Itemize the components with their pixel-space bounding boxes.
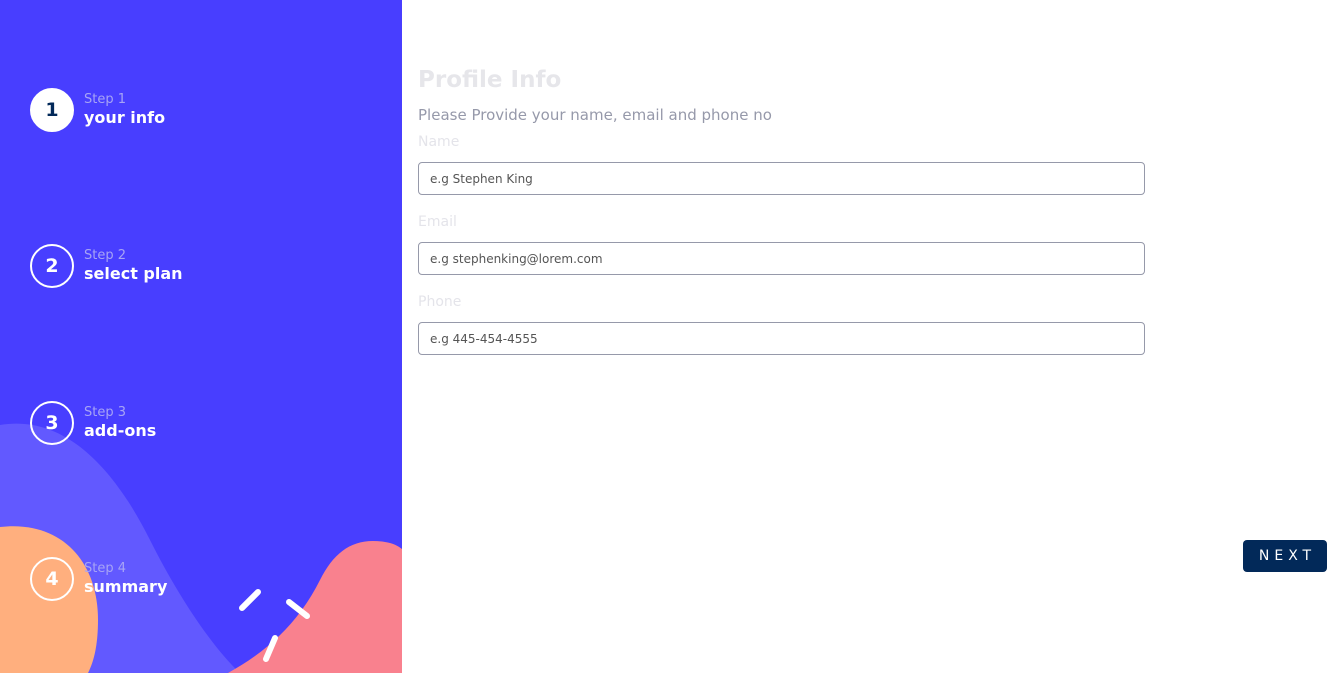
step-index-label: Step 1 (84, 92, 127, 107)
step-number-circle: 4 (30, 557, 74, 601)
step-number-circle: 1 (30, 88, 74, 132)
step-2[interactable]: 2 Step 2 select plan (30, 244, 183, 288)
sidebar: 1 Step 1 your info 2 Step 2 select plan … (0, 0, 402, 673)
step-number-circle: 3 (30, 401, 74, 445)
phone-label: Phone (418, 294, 462, 310)
step-index-label: Step 4 (84, 561, 127, 576)
step-title: your info (84, 108, 166, 127)
step-text: Step 2 select plan (84, 248, 183, 284)
step-text: Step 4 summary (84, 561, 167, 597)
main-content: Profile Info Please Provide your name, e… (402, 0, 1341, 673)
page-subtitle: Please Provide your name, email and phon… (418, 106, 772, 124)
email-input[interactable] (418, 242, 1145, 275)
step-title: add-ons (84, 421, 157, 440)
pink-blob-shape (228, 540, 402, 673)
step-text: Step 3 add-ons (84, 405, 156, 441)
step-title: select plan (84, 264, 183, 283)
name-label: Name (418, 134, 460, 150)
email-label: Email (418, 214, 457, 230)
step-3[interactable]: 3 Step 3 add-ons (30, 401, 156, 445)
phone-input[interactable] (418, 322, 1145, 355)
page-title: Profile Info (418, 67, 562, 93)
step-1[interactable]: 1 Step 1 your info (30, 88, 165, 132)
step-index-label: Step 3 (84, 405, 127, 420)
step-index-label: Step 2 (84, 248, 127, 263)
step-text: Step 1 your info (84, 92, 165, 128)
next-button[interactable]: NEXT (1243, 540, 1327, 572)
name-input[interactable] (418, 162, 1145, 195)
step-title: summary (84, 577, 168, 596)
step-number-circle: 2 (30, 244, 74, 288)
step-4[interactable]: 4 Step 4 summary (30, 557, 167, 601)
white-dash-1 (239, 589, 261, 611)
